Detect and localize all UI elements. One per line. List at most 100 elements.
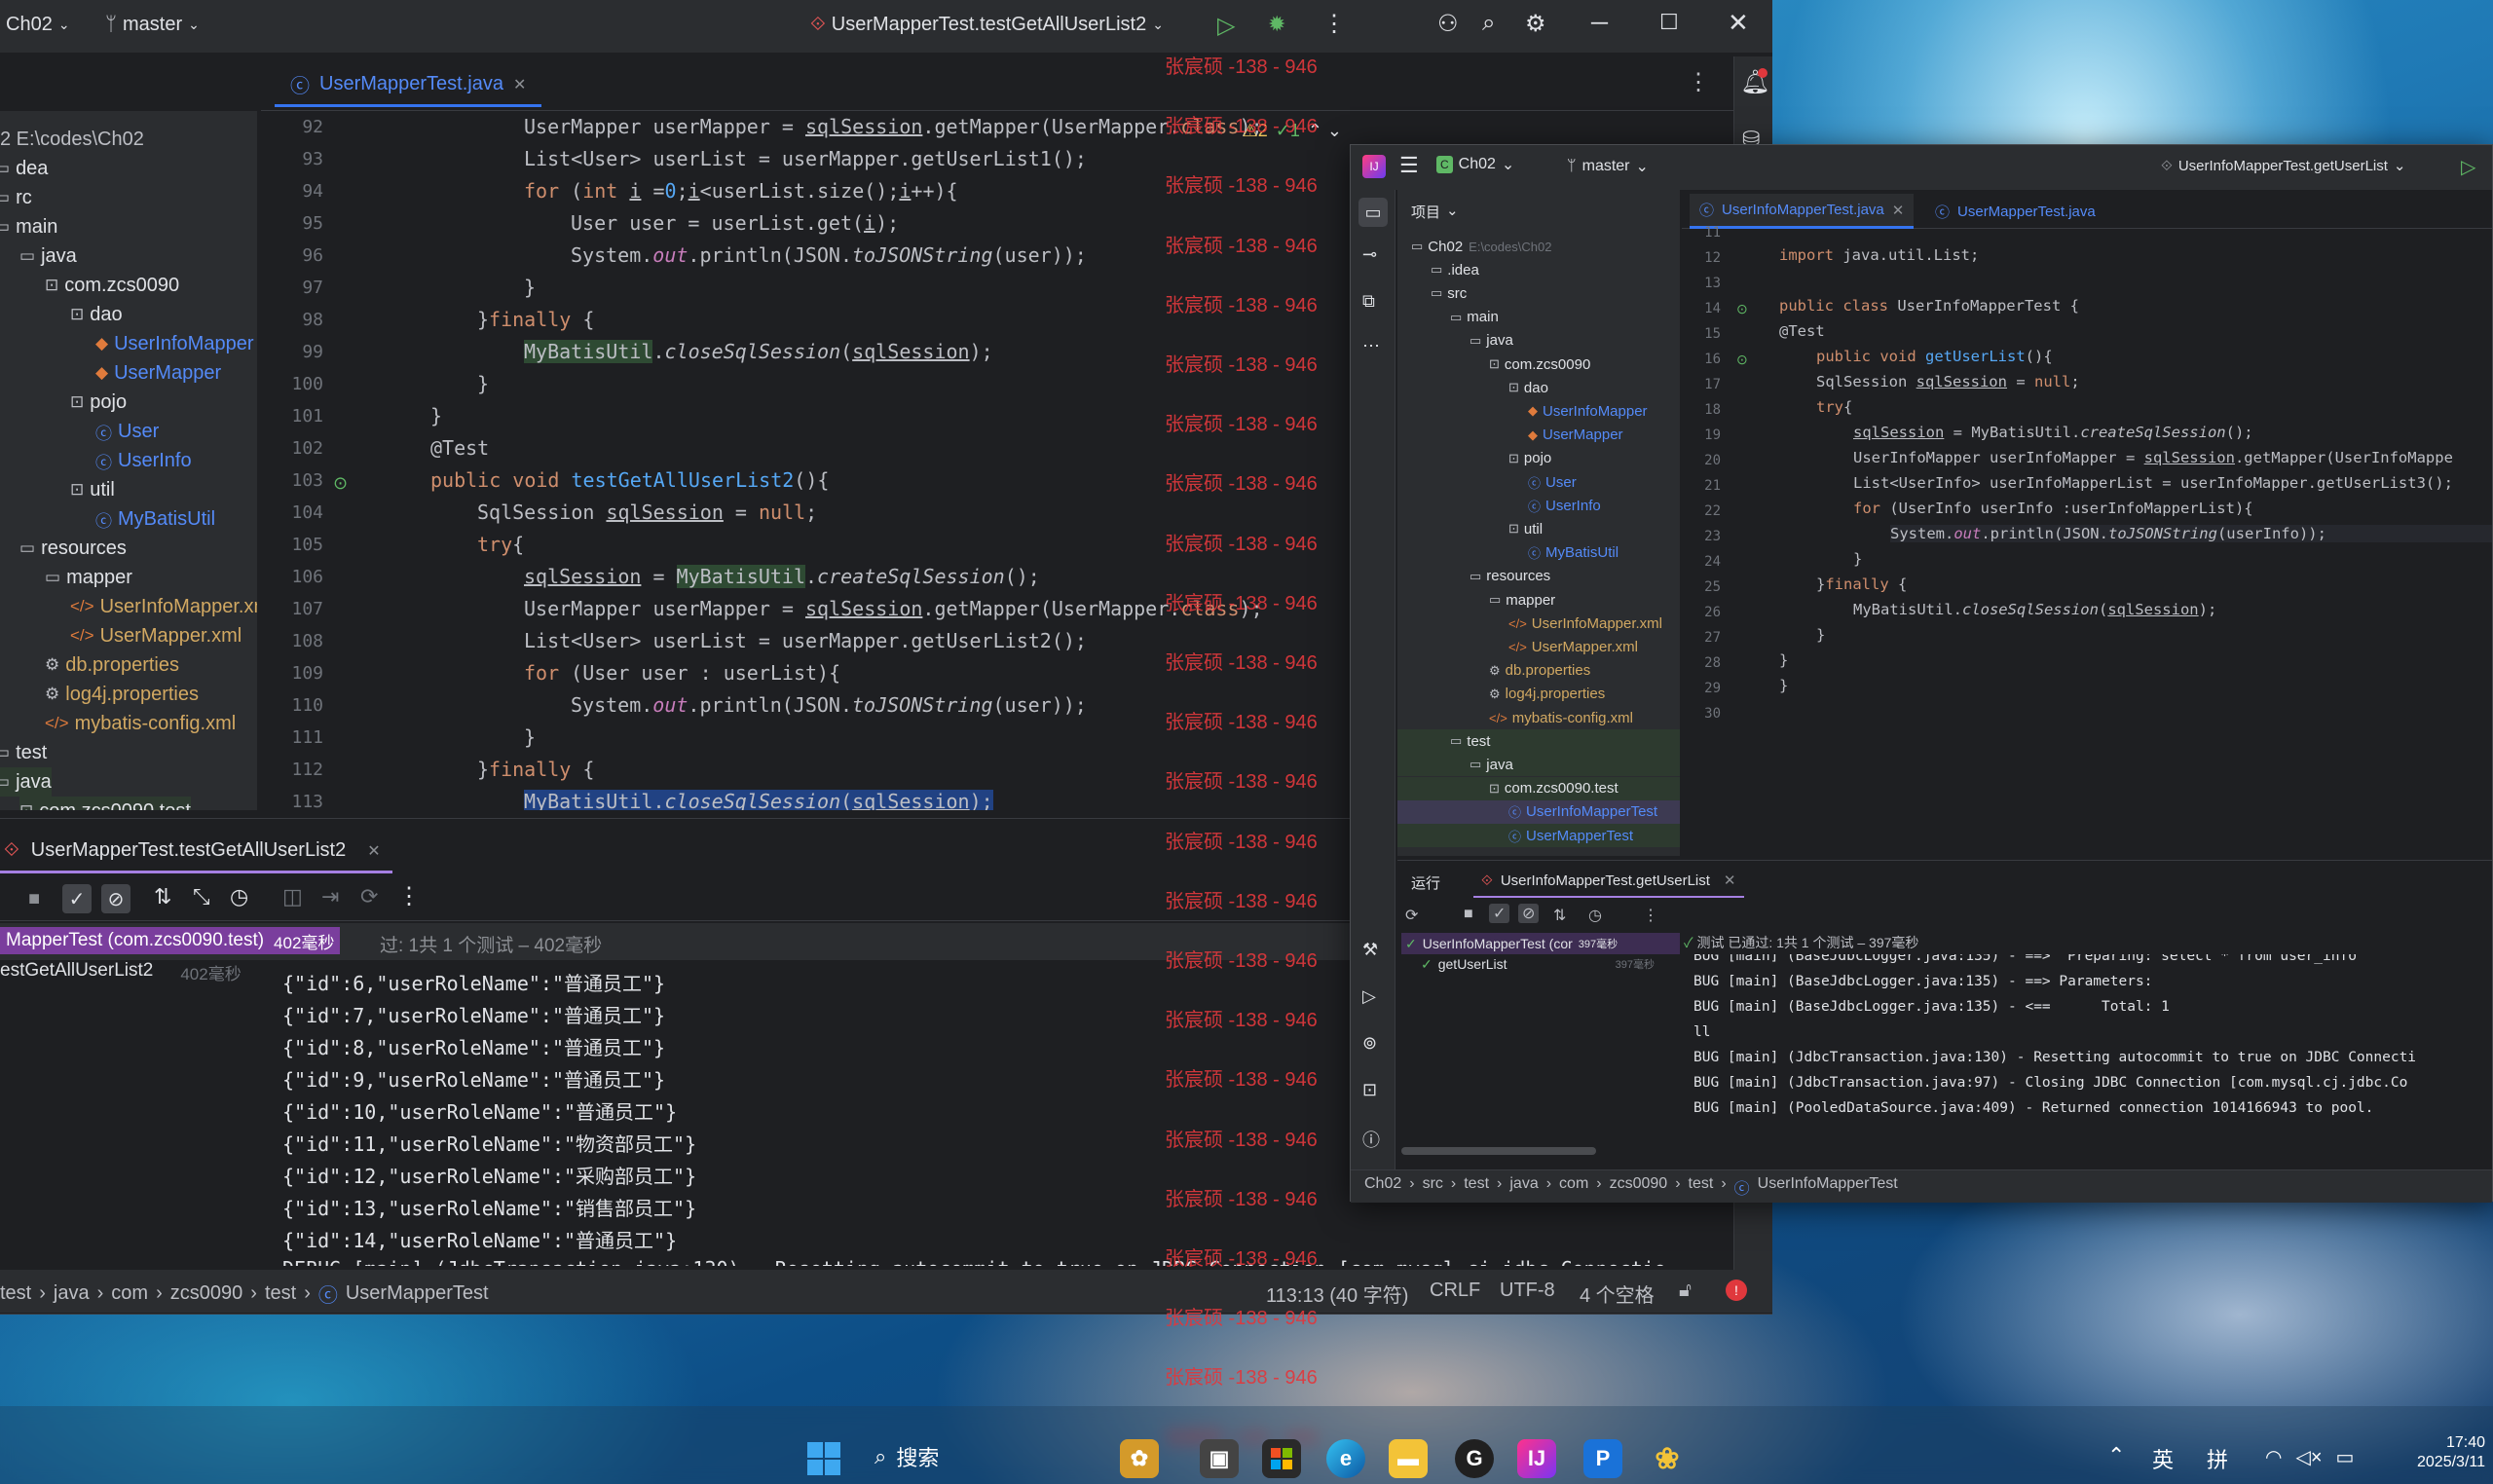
ime-indicator[interactable]: 拼 [2207, 1443, 2228, 1474]
stop-icon[interactable]: ■ [1464, 906, 1473, 923]
tree-item[interactable]: ▭ test [0, 738, 47, 767]
file-encoding[interactable]: UTF-8 [1500, 1280, 1555, 1302]
tree-item[interactable]: ⚙ log4j.properties [1489, 683, 1605, 706]
tree-item[interactable]: ⓒ User [95, 417, 159, 446]
run-config-selector[interactable]: ⟐ UserMapperTest.testGetAllUserList2 ⌄ [810, 14, 1164, 36]
tab-userinfomappertest[interactable]: ⓒ UserInfoMapperTest.java ✕ [1690, 194, 1915, 229]
tree-item[interactable]: ⚙ db.properties [45, 650, 179, 680]
tree-item[interactable]: ▭ java [0, 767, 52, 797]
tree-item[interactable]: ⊡com.zcs0090.test [1397, 776, 1680, 800]
run-tab[interactable]: ⟐ UserInfoMapperTest.getUserList ✕ [1473, 865, 1744, 898]
close-icon[interactable]: ✕ [1892, 202, 1905, 219]
tree-item[interactable]: ⊡ util [1508, 517, 1543, 540]
project-view-icon[interactable]: ▭ [1358, 198, 1388, 227]
tree-item[interactable]: ▭ dea [0, 154, 48, 183]
code-editor[interactable]: import java.util.List; public class User… [1779, 229, 2492, 856]
tree-item[interactable]: ▭ src [1431, 281, 1467, 305]
tree-item[interactable]: </> UserMapper.xml [1508, 635, 1638, 658]
tree-item[interactable]: ⊡ dao [1508, 376, 1548, 399]
test-suite-node[interactable]: MapperTest (com.zcs0090.test) 402毫秒 [0, 927, 341, 954]
close-icon[interactable]: ✕ [1728, 8, 1749, 38]
show-ignored-icon[interactable]: ⊘ [1518, 904, 1540, 923]
maximize-icon[interactable]: ☐ [1659, 10, 1679, 35]
app-g-icon[interactable]: G [1455, 1439, 1494, 1478]
project-selector[interactable]: Ch02 ⌄ [6, 14, 70, 36]
tree-item[interactable]: 2 E:\codes\Ch02 [0, 125, 144, 154]
menu-icon[interactable]: ☰ [1399, 153, 1419, 178]
tree-item[interactable]: </> mybatis-config.xml [1489, 706, 1633, 729]
history-icon[interactable]: ◷ [1588, 906, 1602, 925]
terminal-icon[interactable]: ⊡ [1362, 1080, 1377, 1100]
search-icon[interactable]: ⌕ [1482, 10, 1495, 37]
console-output[interactable]: BUG [main] (BaseJdbcLogger.java:135) - =… [1684, 954, 2492, 1167]
more-icon[interactable]: ⋮ [1322, 10, 1346, 38]
tree-item[interactable]: ▭ .idea [1431, 258, 1479, 281]
run-test-gutter-icon[interactable]: ⊙ [333, 473, 348, 494]
breadcrumb-item[interactable]: com [1559, 1175, 1588, 1199]
tab-usermappertest[interactable]: ⓒ UserMapperTest.java [1925, 194, 2105, 229]
tree-item[interactable]: </> UserInfoMapper.xml [70, 592, 257, 621]
edge-icon[interactable]: e [1326, 1439, 1365, 1478]
task-view-icon[interactable]: ▣ [1200, 1439, 1239, 1478]
tree-item[interactable]: ⊡ com.zcs0090 [1489, 352, 1590, 376]
breadcrumb-item[interactable]: UserInfoMapperTest [1758, 1175, 1898, 1199]
tree-item[interactable]: </> UserInfoMapper.xml [1508, 612, 1662, 635]
structure-icon[interactable]: ⧉ [1362, 291, 1375, 312]
breadcrumb-item[interactable]: test [1464, 1175, 1489, 1199]
lock-icon[interactable]: 🔓︎ [1679, 1280, 1692, 1302]
camera-icon[interactable]: ◫ [282, 884, 303, 909]
breadcrumb-item[interactable]: test [0, 1282, 31, 1305]
breadcrumb-item[interactable]: com [111, 1282, 148, 1305]
problems-icon[interactable]: ⓘ [1362, 1127, 1380, 1152]
tree-item[interactable]: ⓒ UserMapperTest [1397, 824, 1680, 847]
breadcrumb-item[interactable]: zcs0090 [170, 1282, 243, 1305]
run-test-gutter-icon[interactable]: ⊙ [1736, 301, 1748, 317]
history-icon[interactable]: ◷ [230, 884, 248, 909]
tree-item[interactable]: ⚙ log4j.properties [45, 680, 199, 709]
tree-item[interactable]: ⓒ UserInfoMapperTest [1397, 799, 1680, 824]
services-icon[interactable]: ⊚ [1362, 1033, 1377, 1054]
more-icon[interactable]: ⋮ [1643, 906, 1658, 925]
run-test-gutter-icon[interactable]: ⊙ [1736, 352, 1748, 368]
run-icon[interactable]: ▷ [2461, 155, 2475, 179]
tree-item[interactable]: </> UserMapper.xml [70, 621, 242, 650]
close-icon[interactable]: ✕ [367, 841, 380, 861]
tree-item[interactable]: ▭ rc [0, 183, 32, 212]
tab-usermappertest[interactable]: ⓒ UserMapperTest.java ✕ [275, 64, 542, 107]
sort-icon[interactable]: ⇅ [1553, 906, 1566, 925]
tree-item[interactable]: ⓒ UserInfo [1528, 494, 1601, 517]
tree-item[interactable]: ⓒ MyBatisUtil [1528, 541, 1619, 565]
indent-setting[interactable]: 4 个空格 [1580, 1280, 1655, 1308]
breadcrumb-item[interactable]: UserMapperTest [346, 1282, 489, 1305]
tree-item[interactable]: ▭ mapper [1489, 588, 1555, 612]
tree-item[interactable]: ◆ UserInfoMapper [95, 329, 253, 358]
tree-item[interactable]: ▭ mapper [45, 563, 132, 592]
tree-item[interactable]: ⚙ db.properties [1489, 659, 1590, 683]
breadcrumb-item[interactable]: Ch02 [1364, 1175, 1401, 1199]
intellij-icon[interactable]: IJ [1517, 1439, 1556, 1478]
test-node[interactable]: ✓ getUserList 397毫秒 [1421, 956, 1655, 973]
scrollbar[interactable] [1401, 1147, 1596, 1155]
line-separator[interactable]: CRLF [1430, 1280, 1480, 1302]
breadcrumb-item[interactable]: java [54, 1282, 90, 1305]
tree-item[interactable]: ▭ test [1397, 729, 1680, 754]
tree-item[interactable]: ▭ resources [19, 534, 127, 563]
project-selector[interactable]: C Ch02 ⌄ [1436, 155, 1514, 174]
breadcrumb-item[interactable]: src [1423, 1175, 1443, 1199]
collapse-icon[interactable]: ⤡ [193, 884, 210, 909]
tree-item[interactable]: ⊡ util [70, 475, 115, 504]
tree-item[interactable]: ▭ Ch02 E:\codes\Ch02 [1411, 235, 1551, 258]
breadcrumb-item[interactable]: test [265, 1282, 296, 1305]
tree-item[interactable]: ⊡ pojo [70, 388, 127, 417]
store-icon[interactable] [1262, 1439, 1301, 1478]
sort-icon[interactable]: ⇅ [154, 884, 171, 909]
project-view-label[interactable]: 项目 ⌄ [1411, 202, 1459, 222]
app-p-icon[interactable]: P [1583, 1439, 1622, 1478]
tree-item[interactable]: ▭ java [19, 241, 77, 271]
tree-item[interactable]: </> mybatis-config.xml [45, 709, 236, 738]
show-ignored-icon[interactable]: ⊘ [101, 884, 130, 913]
tree-item[interactable]: ⓒ MyBatisUtil [95, 504, 215, 534]
file-explorer-icon[interactable]: ▬ [1389, 1439, 1428, 1478]
test-node[interactable]: estGetAllUserList2 402毫秒 [0, 960, 242, 984]
run-tool-icon[interactable]: ▷ [1362, 986, 1376, 1007]
